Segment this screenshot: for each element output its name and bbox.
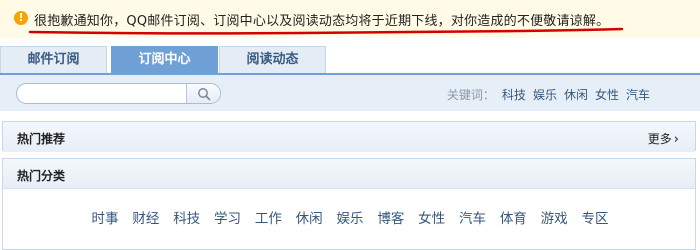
tab-subscription-center[interactable]: 订阅中心 bbox=[111, 46, 218, 73]
category-link[interactable]: 科技 bbox=[173, 207, 200, 227]
search-input[interactable] bbox=[25, 85, 190, 102]
hot-categories-header: 热门分类 bbox=[3, 159, 695, 189]
keyword-link[interactable]: 娱乐 bbox=[533, 88, 557, 102]
search-bar: 关键词： 科技 娱乐 休闲 女性 汽车 bbox=[0, 73, 700, 111]
tab-reading-feed[interactable]: 阅读动态 bbox=[219, 46, 326, 73]
search-icon bbox=[198, 88, 211, 101]
keywords: 关键词： 科技 娱乐 休闲 女性 汽车 bbox=[447, 86, 650, 103]
hot-recommend-title: 热门推荐 bbox=[17, 132, 66, 146]
more-label: 更多 bbox=[647, 132, 672, 146]
search-button[interactable] bbox=[186, 84, 220, 103]
hot-recommend-panel: 热门推荐 更多 › bbox=[2, 121, 696, 152]
category-link[interactable]: 汽车 bbox=[459, 207, 486, 227]
more-link[interactable]: 更多 › bbox=[648, 130, 679, 147]
category-link[interactable]: 财经 bbox=[132, 207, 159, 227]
category-link[interactable]: 游戏 bbox=[541, 207, 568, 227]
keywords-label: 关键词： bbox=[446, 88, 495, 102]
hot-categories-panel: 热门分类 时事 财经 科技 学习 工作 休闲 娱乐 博客 女性 汽车 体育 游戏… bbox=[2, 158, 696, 250]
tab-bar: 邮件订阅 订阅中心 阅读动态 bbox=[0, 46, 700, 73]
category-list: 时事 财经 科技 学习 工作 休闲 娱乐 博客 女性 汽车 体育 游戏 专区 bbox=[3, 207, 697, 227]
category-link[interactable]: 娱乐 bbox=[337, 207, 364, 227]
category-link[interactable]: 时事 bbox=[92, 207, 119, 227]
category-link[interactable]: 体育 bbox=[500, 207, 527, 227]
category-link[interactable]: 休闲 bbox=[296, 207, 323, 227]
keyword-link[interactable]: 休闲 bbox=[564, 88, 588, 102]
category-link[interactable]: 专区 bbox=[581, 207, 608, 227]
notice-bar: ! 很抱歉通知你，QQ邮件订阅、订阅中心以及阅读动态均将于近期下线，对你造成的不… bbox=[0, 0, 700, 38]
category-link[interactable]: 博客 bbox=[377, 207, 404, 227]
chevron-right-icon: › bbox=[673, 132, 679, 147]
keyword-link[interactable]: 女性 bbox=[595, 88, 619, 102]
keyword-link[interactable]: 汽车 bbox=[626, 88, 650, 102]
red-underline-annotation bbox=[28, 27, 624, 35]
search-box bbox=[16, 83, 221, 104]
category-link[interactable]: 工作 bbox=[255, 207, 282, 227]
tab-mail-subscription[interactable]: 邮件订阅 bbox=[0, 46, 107, 73]
category-link[interactable]: 女性 bbox=[418, 207, 445, 227]
category-link[interactable]: 学习 bbox=[214, 207, 241, 227]
hot-recommend-header: 热门推荐 更多 › bbox=[3, 122, 695, 152]
keyword-link[interactable]: 科技 bbox=[502, 88, 526, 102]
hot-categories-title: 热门分类 bbox=[17, 169, 66, 183]
